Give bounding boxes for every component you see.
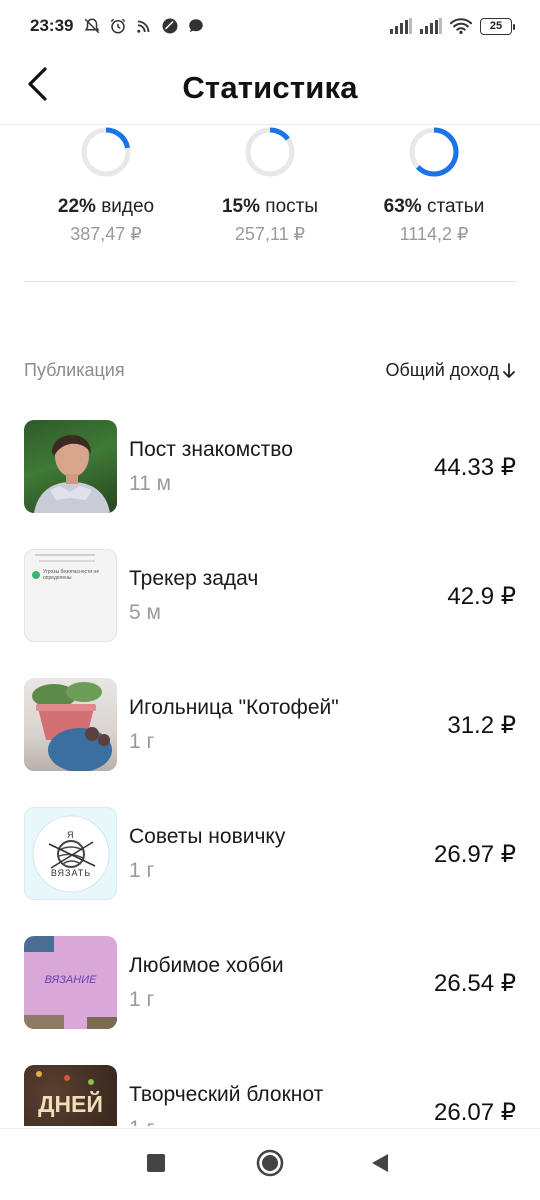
stat-percent: 15%	[221, 196, 261, 217]
thumbnail-logo: Я ВЯЗАТЬ	[24, 807, 117, 900]
thumbnail-board: ДНЕЙ	[24, 1065, 117, 1126]
list-item-text: Пост знакомство 11 м	[129, 420, 434, 496]
page-title: Статистика	[182, 70, 358, 105]
signal-icon	[390, 18, 412, 34]
app-header: Статистика	[0, 52, 540, 124]
list-item[interactable]: Игольница "Котофей" 1 г 31.2 ₽	[24, 678, 516, 807]
signal-icon	[420, 18, 442, 34]
list-header: Публикация Общий доход	[24, 360, 516, 381]
publication-title: Трекер задач	[129, 567, 259, 590]
progress-ring	[245, 127, 295, 177]
stat-category: посты	[265, 196, 319, 217]
list-item-text: Трекер задач 5 м	[129, 549, 447, 625]
status-bar: 23:39 25	[0, 0, 540, 52]
list-item[interactable]: Пост знакомство 11 м 44.33 ₽	[24, 420, 516, 549]
publication-age: 5 м	[129, 601, 161, 624]
battery-icon: 25	[480, 17, 515, 35]
portrait-image	[34, 435, 110, 513]
stat-category: статьи	[426, 196, 485, 217]
battery-level: 25	[489, 20, 503, 32]
stat-amount: 387,47 ₽	[70, 224, 142, 244]
back-button[interactable]	[18, 64, 58, 104]
vpn-icon	[162, 18, 178, 34]
publication-title: Пост знакомство	[129, 438, 293, 461]
publication-age: 11 м	[129, 472, 172, 495]
stat-articles: 63% статьи 1114,2 ₽	[352, 126, 516, 245]
home-circle-icon	[256, 1149, 284, 1177]
stat-label: 15% посты	[222, 196, 318, 218]
thumbnail-craft	[24, 678, 117, 771]
status-left-icons	[83, 17, 205, 35]
stat-percent: 63%	[383, 196, 422, 217]
list-item-text: Игольница "Котофей" 1 г	[129, 678, 447, 754]
thumbnail-screenshot: Угрозы безопасности не определены	[24, 549, 117, 642]
publication-age: 1 г	[129, 730, 155, 753]
publication-income: 31.2 ₽	[447, 712, 516, 739]
progress-ring	[81, 127, 131, 177]
stat-label: 22% видео	[58, 196, 154, 218]
stat-posts: 15% посты 257,11 ₽	[188, 126, 352, 245]
cast-icon	[137, 20, 150, 33]
back-triangle-icon	[372, 1154, 388, 1172]
list-item[interactable]: Угрозы безопасности не определены Трекер…	[24, 549, 516, 678]
stat-percent: 22%	[57, 196, 96, 217]
list-item[interactable]: ВЯЗАНИЕ Любимое хобби 1 г 26.54 ₽	[24, 936, 516, 1065]
publication-title: Игольница "Котофей"	[129, 696, 339, 719]
thumbnail-portrait	[24, 420, 117, 513]
list-item[interactable]: Я ВЯЗАТЬ Советы новичку 1 г 26.97 ₽	[24, 807, 516, 936]
publication-title: Творческий блокнот	[129, 1083, 324, 1106]
publication-income: 26.54 ₽	[434, 970, 516, 997]
header-divider	[0, 124, 540, 125]
back-nav-button[interactable]	[370, 1153, 390, 1173]
list-item-text: Любимое хобби 1 г	[129, 936, 434, 1012]
stat-category: видео	[101, 196, 155, 217]
publication-income: 26.07 ₽	[434, 1099, 516, 1126]
publication-income: 26.97 ₽	[434, 841, 516, 868]
thumbnail-text: ДНЕЙ	[38, 1091, 103, 1117]
logo-text-top: Я	[67, 830, 74, 840]
stat-amount: 257,11 ₽	[234, 224, 306, 244]
list-item-text: Творческий блокнот 1 г	[129, 1065, 434, 1126]
list-item-text: Советы новичку 1 г	[129, 807, 434, 883]
publication-list: Пост знакомство 11 м 44.33 ₽ Угрозы безо…	[24, 420, 516, 1126]
chat-icon	[189, 19, 204, 32]
alarm-icon	[111, 18, 126, 34]
summary-stats: 22% видео 387,47 ₽ 15% посты 257,11 ₽ 63…	[0, 126, 540, 245]
publication-income: 44.33 ₽	[434, 454, 516, 481]
publication-income: 42.9 ₽	[447, 583, 516, 610]
sort-by-income-button[interactable]: Общий доход	[386, 360, 516, 381]
status-time: 23:39	[30, 16, 74, 35]
home-button[interactable]	[256, 1149, 284, 1177]
recents-square-icon	[147, 1154, 165, 1172]
stat-amount: 1114,2 ₽	[399, 224, 469, 244]
list-item[interactable]: ДНЕЙ Творческий блокнот 1 г 26.07 ₽	[24, 1065, 516, 1126]
status-right-icons: 25	[390, 17, 515, 35]
recents-button[interactable]	[146, 1153, 166, 1173]
column-income-label: Общий доход	[385, 360, 499, 380]
thumbnail-collage: ВЯЗАНИЕ	[24, 936, 117, 1029]
publication-age: 1 г	[129, 859, 155, 882]
chevron-left-icon	[28, 67, 47, 101]
publication-age: 1 г	[129, 988, 155, 1011]
craft-image	[32, 682, 112, 771]
navigation-bar	[0, 1128, 540, 1200]
arrow-down-icon	[503, 362, 515, 378]
publication-age: 1 г	[129, 1117, 434, 1126]
publication-title: Любимое хобби	[129, 954, 284, 977]
logo-image	[32, 815, 110, 893]
thumbnail-text: ВЯЗАНИЕ	[44, 974, 97, 986]
notifications-off-icon	[85, 18, 100, 34]
progress-ring	[409, 127, 459, 177]
column-publication: Публикация	[24, 360, 125, 380]
stat-label: 63% статьи	[384, 196, 485, 218]
publication-title: Советы новичку	[129, 825, 286, 848]
section-divider	[24, 281, 516, 282]
thumbnail-text: Угрозы безопасности не определены	[43, 569, 100, 581]
stat-video: 22% видео 387,47 ₽	[24, 126, 188, 245]
wifi-icon	[450, 18, 472, 35]
logo-text-bottom: ВЯЗАТЬ	[50, 868, 92, 878]
